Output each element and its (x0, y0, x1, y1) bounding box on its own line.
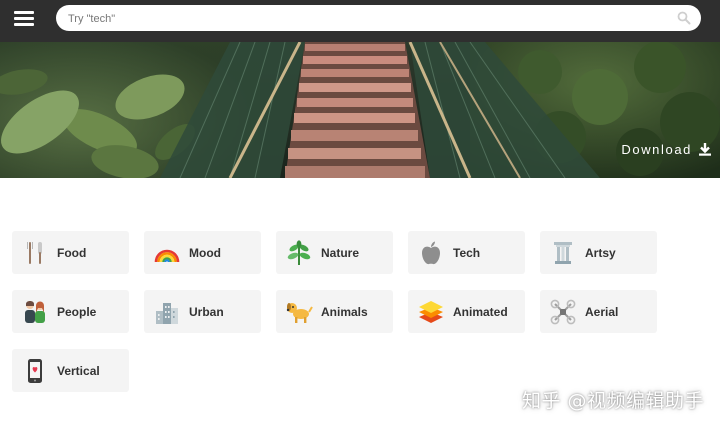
category-tech[interactable]: Tech (408, 231, 525, 274)
category-nature[interactable]: Nature (276, 231, 393, 274)
drone-icon (549, 298, 577, 326)
top-bar (0, 0, 720, 42)
food-icon (21, 239, 49, 267)
apple-icon (417, 239, 445, 267)
download-icon (699, 143, 711, 156)
category-label: Animals (321, 304, 368, 319)
phone-icon (21, 357, 49, 385)
category-mood[interactable]: Mood (144, 231, 261, 274)
category-artsy[interactable]: Artsy (540, 231, 657, 274)
layers-icon (417, 298, 445, 326)
download-label: Download (621, 141, 692, 157)
search-box[interactable] (56, 5, 701, 33)
category-label: Vertical (57, 363, 100, 378)
category-label: Mood (189, 245, 221, 260)
category-label: People (57, 304, 97, 319)
hero-banner: Download (0, 42, 720, 178)
category-animals[interactable]: Animals (276, 290, 393, 333)
category-label: Food (57, 245, 87, 260)
rainbow-icon (153, 239, 181, 267)
category-label: Tech (453, 245, 481, 260)
couple-icon (21, 298, 49, 326)
category-grid: Food Mood Nature Tech Artsy People Urban… (12, 231, 672, 401)
category-urban[interactable]: Urban (144, 290, 261, 333)
column-icon (549, 239, 577, 267)
buildings-icon (153, 298, 181, 326)
search-icon[interactable] (677, 11, 691, 25)
category-vertical[interactable]: Vertical (12, 349, 129, 392)
search-input[interactable] (66, 5, 670, 33)
category-food[interactable]: Food (12, 231, 129, 274)
category-label: Urban (189, 304, 224, 319)
category-label: Nature (321, 245, 360, 260)
rope-bridge-image (0, 42, 720, 178)
category-label: Artsy (585, 245, 616, 260)
download-button[interactable]: Download (621, 140, 712, 158)
dog-icon (285, 298, 313, 326)
category-animated[interactable]: Animated (408, 290, 525, 333)
seedling-icon (285, 239, 313, 267)
category-aerial[interactable]: Aerial (540, 290, 657, 333)
category-label: Animated (453, 304, 508, 319)
category-label: Aerial (585, 304, 619, 319)
hamburger-menu-icon[interactable] (14, 10, 34, 28)
watermark-text: 知乎 @视频编辑助手 (521, 390, 704, 412)
category-people[interactable]: People (12, 290, 129, 333)
